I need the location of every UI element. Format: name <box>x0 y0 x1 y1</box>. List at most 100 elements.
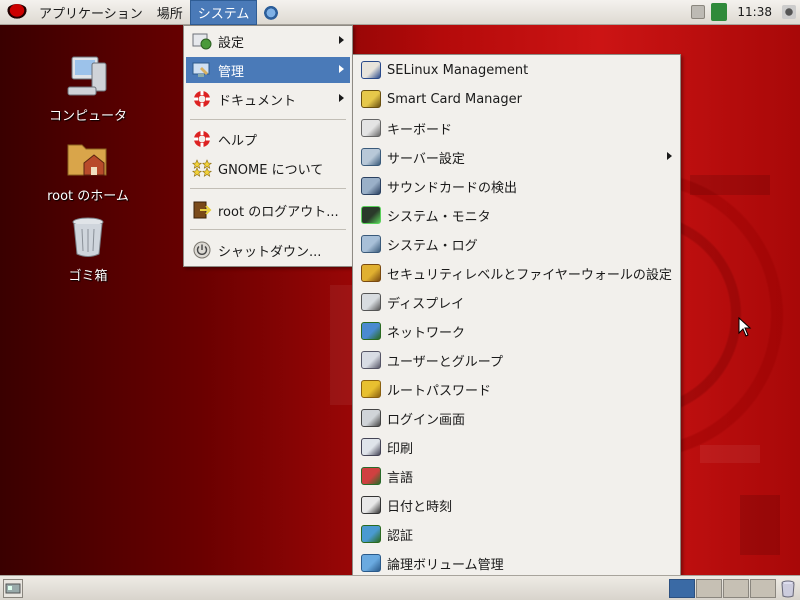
menu-item-shutdown[interactable]: シャットダウン... <box>186 237 350 263</box>
administration-submenu: SELinux Management Smart Card Manager キーボー… <box>352 54 681 578</box>
desktop-icon-trash[interactable]: ゴミ箱 <box>33 213 143 284</box>
home-folder-icon <box>64 133 112 181</box>
desktop-icon-label: コンピュータ <box>48 109 127 124</box>
menu-item-preferences[interactable]: 設定 <box>186 28 350 54</box>
wallpaper-shape <box>700 445 760 463</box>
notification-icon[interactable] <box>691 5 706 19</box>
password-icon <box>361 380 381 398</box>
menu-item-label: シャットダウン... <box>218 244 322 260</box>
workspace-2[interactable] <box>696 579 722 598</box>
display-icon <box>361 293 381 311</box>
network-icon <box>361 322 381 340</box>
menu-item-clock[interactable]: 日付と時刻 <box>355 492 678 518</box>
lifebuoy-icon <box>194 91 210 107</box>
menu-item-log[interactable]: システム・ログ <box>355 231 678 257</box>
lvm-icon <box>361 554 381 572</box>
menu-item-label: サーバー設定 <box>387 151 465 167</box>
menu-item-label: root のログアウト... <box>218 204 339 220</box>
mouse-pointer-icon <box>738 317 752 337</box>
menu-item-logout[interactable]: root のログアウト... <box>186 197 350 223</box>
menu-item-label: ユーザーとグループ <box>387 354 503 370</box>
menu-item-label: ディスプレイ <box>387 296 465 312</box>
menu-item-documentation[interactable]: ドキュメント <box>186 86 350 112</box>
workspace-3[interactable] <box>723 579 749 598</box>
wallpaper-shape <box>690 175 770 195</box>
logout-icon <box>193 201 212 219</box>
applications-menu[interactable]: アプリケーション <box>32 0 150 25</box>
menu-separator <box>190 188 346 189</box>
keyboard-icon <box>361 119 381 137</box>
trash-applet-icon[interactable] <box>780 579 796 598</box>
menu-item-label: 印刷 <box>387 441 414 457</box>
users-icon <box>361 351 381 369</box>
menu-item-smartcard[interactable]: Smart Card Manager <box>355 86 678 112</box>
volume-icon[interactable] <box>782 5 796 19</box>
menu-item-network[interactable]: ネットワーク <box>355 318 678 344</box>
menu-item-label: 管理 <box>218 64 245 80</box>
menu-item-label: キーボード <box>387 122 453 138</box>
menu-item-label: 認証 <box>387 528 414 544</box>
show-desktop-button[interactable] <box>3 579 23 598</box>
menu-item-administration[interactable]: 管理 <box>186 57 350 83</box>
monitor-icon <box>361 206 381 224</box>
menu-item-monitor[interactable]: システム・モニタ <box>355 202 678 228</box>
submenu-arrow-icon <box>667 152 672 160</box>
show-desktop-icon <box>5 583 21 594</box>
clock[interactable]: 11:38 <box>733 5 776 19</box>
printer-icon <box>361 438 381 456</box>
wallpaper-shape <box>740 495 780 555</box>
redhat-logo-icon <box>6 4 28 20</box>
trash-icon <box>64 213 112 261</box>
menu-item-label: ログイン画面 <box>387 412 466 428</box>
places-menu[interactable]: 場所 <box>150 0 190 25</box>
menu-item-users[interactable]: ユーザーとグループ <box>355 347 678 373</box>
menu-item-label: システム・ログ <box>387 238 478 254</box>
menu-item-login[interactable]: ログイン画面 <box>355 405 678 431</box>
update-icon[interactable] <box>711 3 728 21</box>
smartcard-icon <box>361 90 381 108</box>
computer-icon <box>64 53 112 101</box>
menu-item-auth[interactable]: 認証 <box>355 521 678 547</box>
menu-item-server[interactable]: サーバー設定 <box>355 144 678 170</box>
menu-item-label: GNOME について <box>218 162 324 178</box>
menu-item-help[interactable]: ヘルプ <box>186 126 350 152</box>
submenu-arrow-icon <box>339 36 344 44</box>
menu-item-password[interactable]: ルートパスワード <box>355 376 678 402</box>
menu-item-display[interactable]: ディスプレイ <box>355 289 678 315</box>
top-panel: アプリケーション 場所 システム 11:38 <box>0 0 800 25</box>
menu-item-label: Smart Card Manager <box>387 91 522 107</box>
administration-icon <box>192 62 210 77</box>
bottom-panel <box>0 575 800 600</box>
server-icon <box>361 148 381 166</box>
menu-item-label: 設定 <box>218 35 245 51</box>
menu-item-label: SELinux Management <box>387 62 529 78</box>
desktop-icon-computer[interactable]: コンピュータ <box>33 53 143 124</box>
menu-item-label: セキュリティレベルとファイヤーウォールの設定 <box>387 267 672 283</box>
menu-item-sound[interactable]: サウンドカードの検出 <box>355 173 678 199</box>
menu-item-label: ヘルプ <box>218 133 258 149</box>
menu-item-about-gnome[interactable]: GNOME について <box>186 155 350 181</box>
preferences-icon <box>192 33 212 50</box>
menu-item-firewall[interactable]: セキュリティレベルとファイヤーウォールの設定 <box>355 260 678 286</box>
system-menu[interactable]: システム <box>189 0 258 25</box>
help-lifebuoy-icon <box>194 131 210 147</box>
menu-item-label: 言語 <box>387 470 414 486</box>
firewall-icon <box>361 264 381 282</box>
auth-icon <box>361 525 381 543</box>
menu-item-label: ドキュメント <box>218 93 297 109</box>
menu-separator <box>190 119 346 120</box>
menu-item-lvm[interactable]: 論理ボリューム管理 <box>355 550 678 576</box>
login-icon <box>361 409 381 427</box>
submenu-arrow-icon <box>339 65 344 73</box>
system-dropdown-menu: 設定 管理 ドキュメント ヘルプ GNOME について root のログアウト.… <box>183 25 353 267</box>
web-browser-launcher-icon[interactable] <box>261 3 282 21</box>
submenu-arrow-icon <box>339 94 344 102</box>
workspace-4[interactable] <box>750 579 776 598</box>
menu-item-language[interactable]: 言語 <box>355 463 678 489</box>
desktop-icon-home[interactable]: root のホーム <box>33 133 143 204</box>
menu-item-keyboard[interactable]: キーボード <box>355 115 678 141</box>
workspace-1[interactable] <box>669 579 695 598</box>
menu-item-printer[interactable]: 印刷 <box>355 434 678 460</box>
menu-item-label: ネットワーク <box>387 325 466 341</box>
menu-item-selinux[interactable]: SELinux Management <box>355 57 678 83</box>
